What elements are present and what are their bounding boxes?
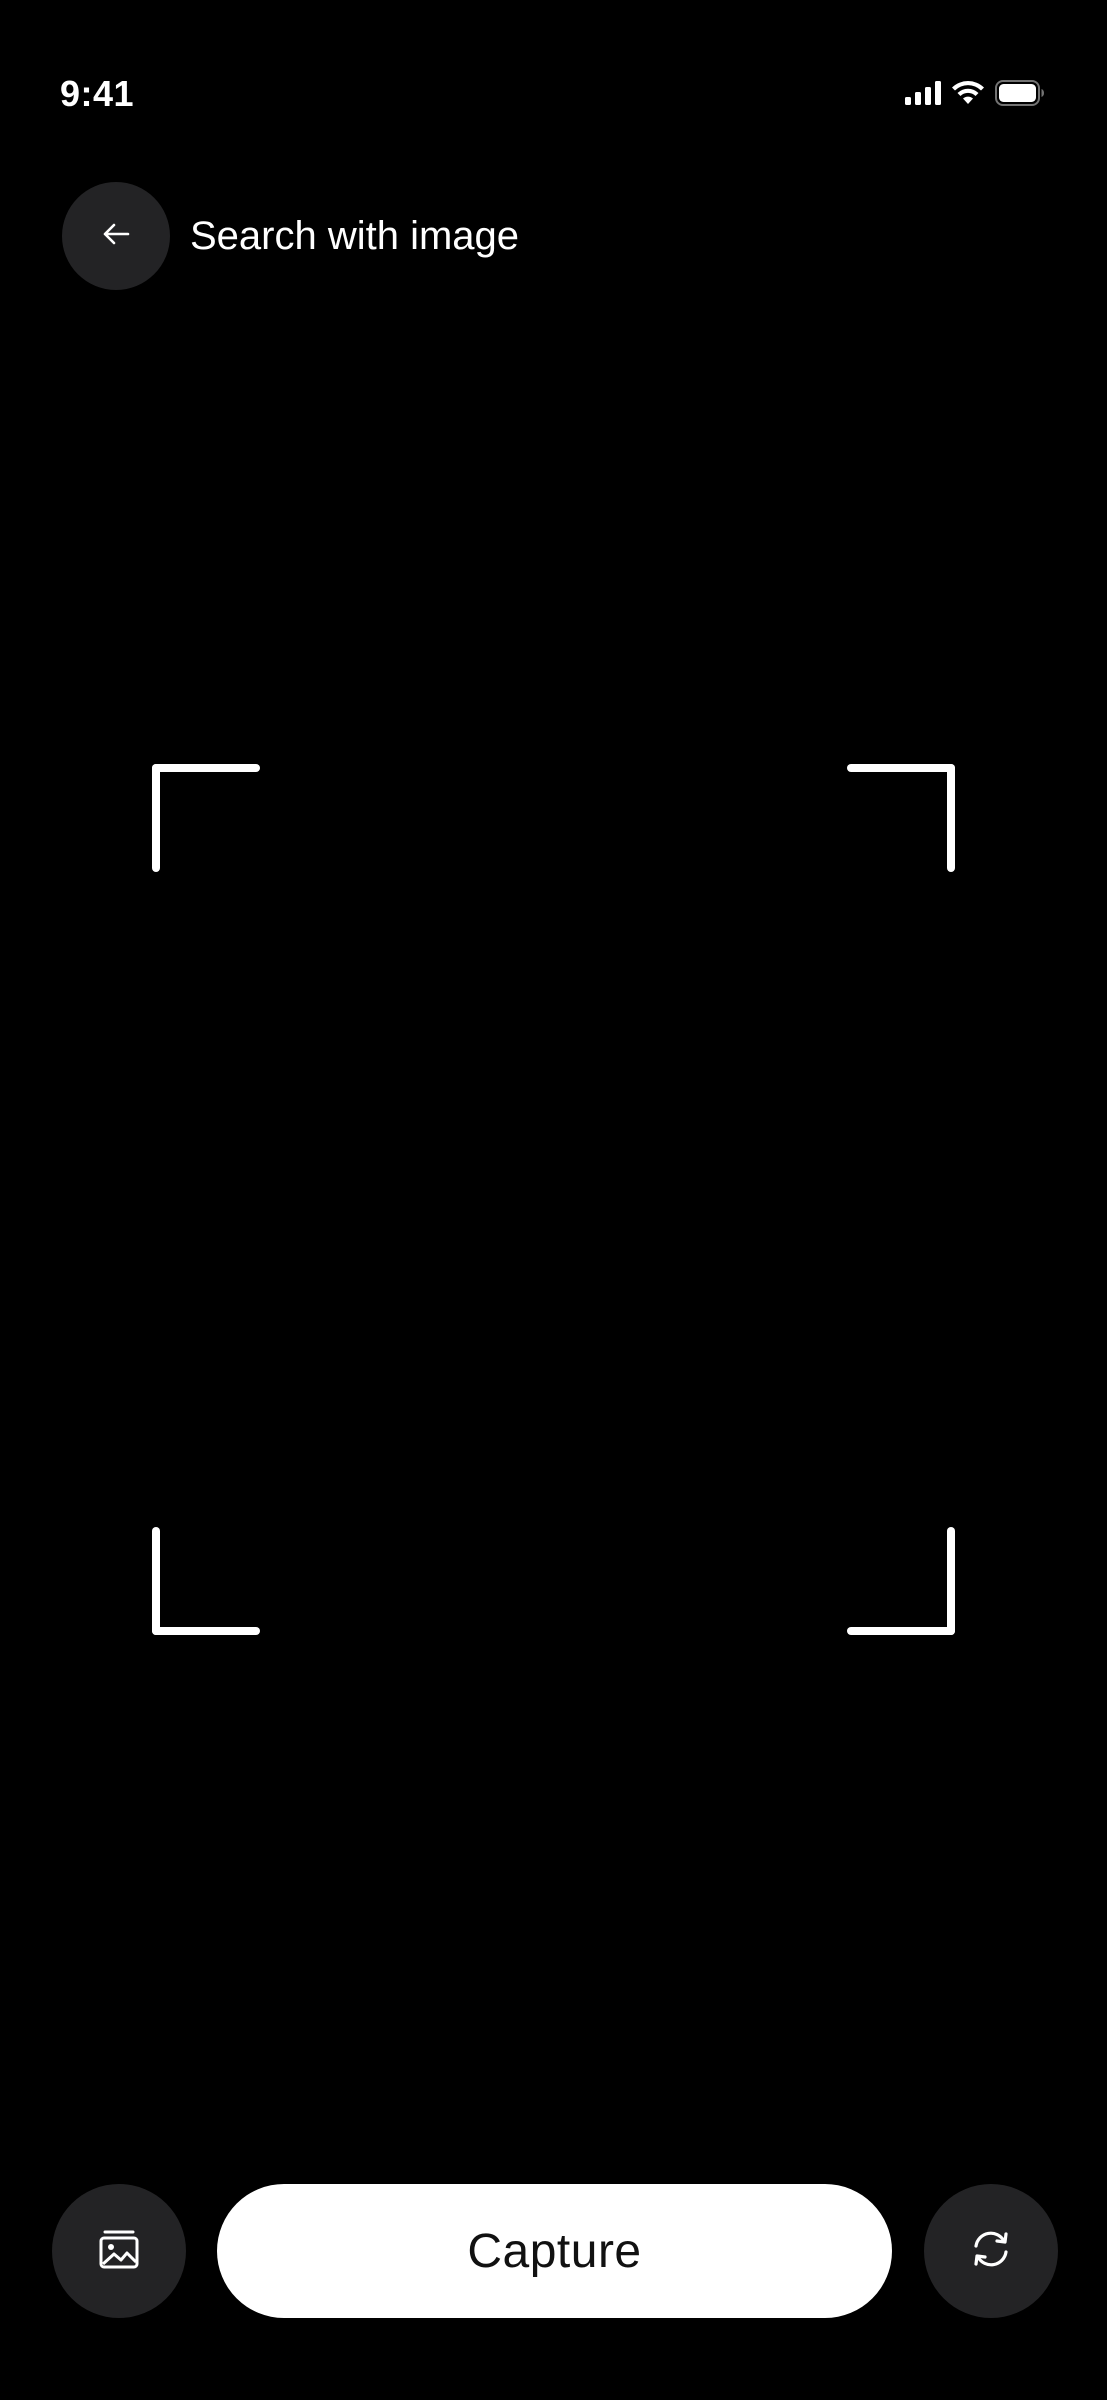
cellular-signal-icon: [905, 81, 941, 110]
back-button[interactable]: [62, 182, 170, 290]
camera-flip-icon: [968, 2226, 1014, 2277]
gallery-button[interactable]: [52, 2184, 186, 2318]
viewfinder-corner-top-right: [847, 764, 955, 872]
page-title: Search with image: [190, 214, 520, 258]
battery-icon: [995, 80, 1045, 111]
viewfinder-corner-top-left: [152, 764, 260, 872]
arrow-left-icon: [98, 216, 134, 257]
image-gallery-icon: [98, 2228, 140, 2275]
wifi-icon: [951, 80, 985, 111]
flip-camera-button[interactable]: [924, 2184, 1058, 2318]
status-icons: [905, 80, 1045, 111]
viewfinder-corner-bottom-left: [152, 1527, 260, 1635]
capture-button[interactable]: Capture: [217, 2184, 892, 2318]
status-bar: 9:41: [0, 0, 1107, 150]
viewfinder-corner-bottom-right: [847, 1527, 955, 1635]
status-time: 9:41: [60, 73, 135, 114]
